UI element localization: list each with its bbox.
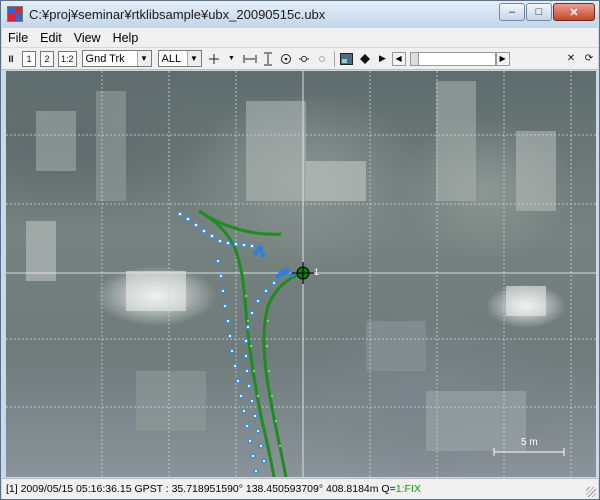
pause-button[interactable]: II <box>4 51 18 67</box>
app-icon <box>7 6 23 22</box>
satellite-filter-value: ALL <box>161 52 182 65</box>
solution-1-button[interactable]: 1 <box>22 50 36 67</box>
track-fix <box>198 209 304 477</box>
marker-icon[interactable] <box>358 51 372 67</box>
minimize-button[interactable]: – <box>499 3 525 21</box>
crosshair-icon[interactable] <box>207 51 221 67</box>
time-slider-thumb[interactable] <box>410 52 419 65</box>
status-text: [1] 2009/05/15 05:16:36.15 GPST : 35.718… <box>6 483 396 495</box>
solution-12-button[interactable]: 1:2 <box>58 50 77 67</box>
plot-type-select[interactable]: Gnd Trk ▼ <box>81 50 152 67</box>
plot-type-value: Gnd Trk <box>85 52 125 65</box>
resize-grip-icon[interactable] <box>586 487 596 497</box>
current-position-marker[interactable] <box>292 262 314 284</box>
slider-left-button[interactable]: ◀ <box>391 51 406 66</box>
close-plot-icon[interactable]: ✕ <box>564 51 578 67</box>
chevron-down-icon: ▼ <box>186 51 201 66</box>
point-icon[interactable] <box>315 51 329 67</box>
float-clusters <box>253 245 295 279</box>
fit-horizontal-icon[interactable] <box>243 51 257 67</box>
app-window: C:¥proj¥seminar¥rtklibsample¥ubx_2009051… <box>0 0 600 500</box>
toolbar: II 1 2 1:2 Gnd Trk ▼ ALL ▼ ▼ ▶ ◀ ▶ ✕ ⟳ <box>2 48 598 70</box>
title-bar[interactable]: C:¥proj¥seminar¥rtklibsample¥ubx_2009051… <box>1 1 599 27</box>
window-controls: – □ ✕ <box>499 3 595 21</box>
map-image-icon[interactable] <box>340 51 354 67</box>
show-track-icon[interactable] <box>297 51 311 67</box>
menu-bar: File Edit View Help <box>2 28 598 48</box>
window-title: C:¥proj¥seminar¥rtklibsample¥ubx_2009051… <box>29 6 326 22</box>
play-button[interactable]: ▶ <box>376 51 390 67</box>
menu-file[interactable]: File <box>2 31 34 45</box>
fit-vertical-icon[interactable] <box>261 51 275 67</box>
status-bar: [1] 2009/05/15 05:16:36.15 GPST : 35.718… <box>2 478 598 499</box>
ground-track-map[interactable]: 1 5 m <box>6 71 596 477</box>
center-origin-icon[interactable] <box>279 51 293 67</box>
toolbar-separator <box>333 50 335 67</box>
satellite-filter-select[interactable]: ALL ▼ <box>157 50 202 67</box>
dropdown-arrow-icon[interactable]: ▼ <box>225 51 239 67</box>
solution-quality: 1:FIX <box>395 483 421 495</box>
menu-edit[interactable]: Edit <box>34 31 68 45</box>
maximize-button[interactable]: □ <box>526 3 552 21</box>
menu-help[interactable]: Help <box>107 31 145 45</box>
menu-view[interactable]: View <box>68 31 107 45</box>
close-button[interactable]: ✕ <box>553 3 595 21</box>
time-slider[interactable] <box>409 51 496 66</box>
scale-label: 5 m <box>521 437 538 448</box>
map-overlay: 1 <box>6 71 596 477</box>
marker-label: 1 <box>314 267 319 277</box>
reload-icon[interactable]: ⟳ <box>582 51 596 67</box>
chevron-down-icon: ▼ <box>136 51 151 66</box>
aerial-image <box>26 81 556 451</box>
solution-2-button[interactable]: 2 <box>40 50 54 67</box>
slider-right-button[interactable]: ▶ <box>495 51 510 66</box>
